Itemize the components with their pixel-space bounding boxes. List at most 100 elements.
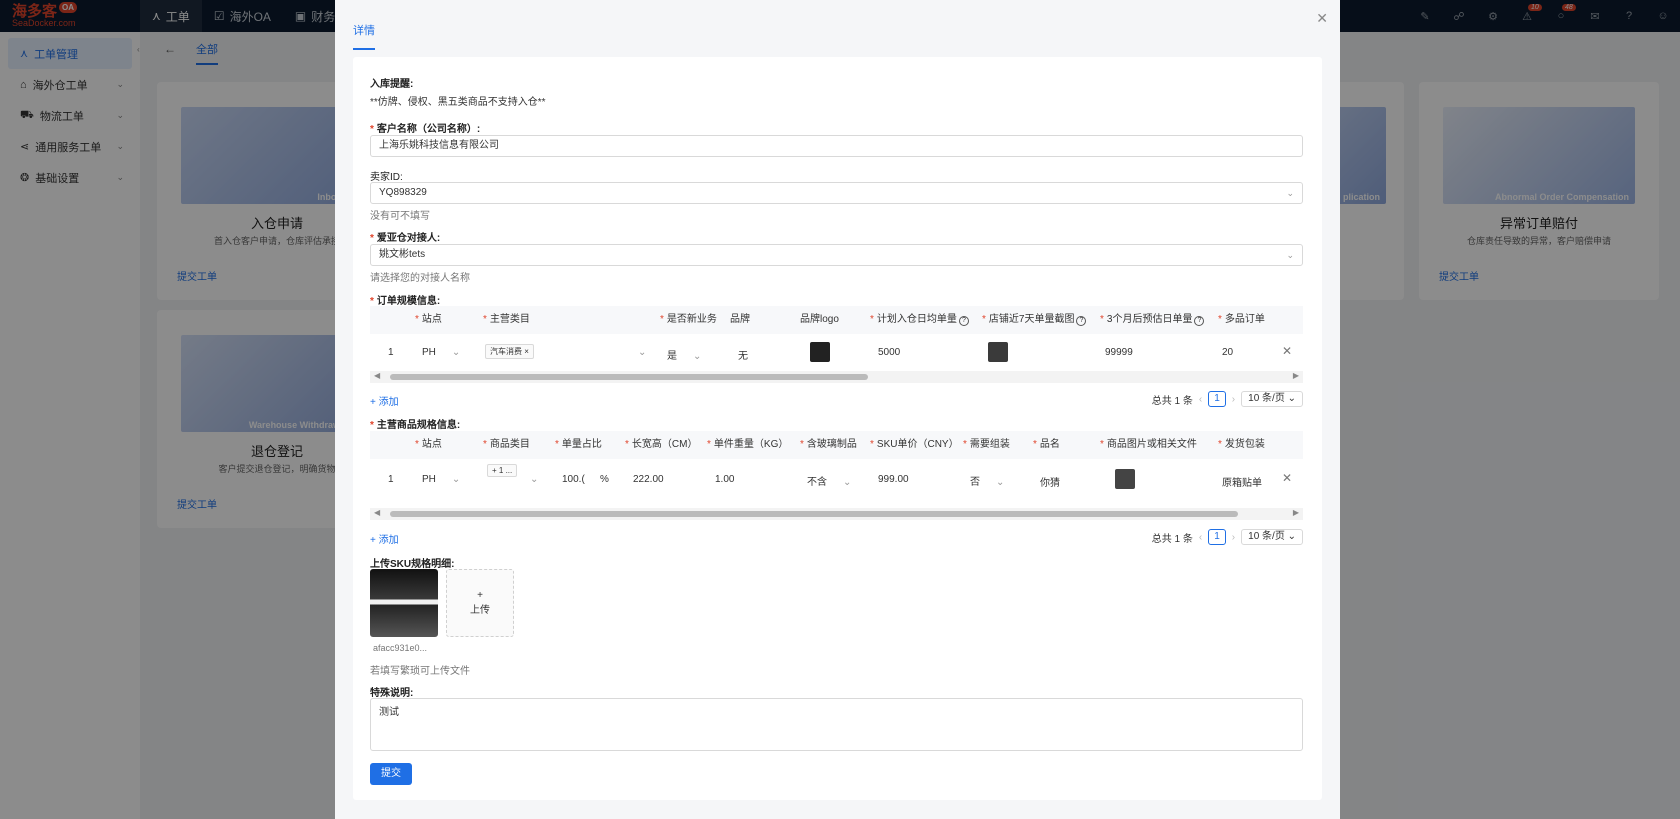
col-header-text: 3个月后预估日单量 [1106,314,1193,325]
customer-input[interactable]: 上海乐姚科技信息有限公司 [370,135,1303,157]
assemble-select[interactable]: 否 [970,473,1004,488]
order-table: * 站点 * 主营类目 * 是否新业务 品牌 品牌logo * 计划入仓日均单量? * 店… [370,306,1303,371]
goods-label: * 主营商品规格信息: [370,420,461,431]
table-header: * 站点 * 商品类目 * 单量占比 * 长宽高（CM） * 单件重量（KG） * 含玻璃制… [370,431,1303,459]
upload-hint: 若填写繁琐可上传文件 [370,666,470,677]
add-order-button[interactable]: + 添加 [370,393,399,408]
customer-label-text: 客户名称（公司名称）: [376,124,481,135]
inbound-form: 入库提醒: **仿牌、侵权、黑五类商品不支持入仓** * 客户名称（公司名称）: … [353,57,1322,800]
col-header-text: 多品订单 [1224,314,1265,325]
page-size-value: 10 条/页 [1248,393,1285,404]
help-icon[interactable]: ? [1194,316,1205,326]
notice-label: 入库提醒: [370,79,414,90]
col-header-text: 站点 [421,314,442,325]
add-label: 添加 [378,535,399,546]
daily-volume[interactable]: 5000 [878,347,900,358]
col-header-text: 主营类目 [489,314,530,325]
delete-row-icon[interactable]: ✕ [1282,471,1292,485]
col-header-text: SKU单价（CNY） [876,439,959,450]
new-biz-select[interactable]: 是 [667,347,701,362]
help-icon[interactable]: ? [958,316,969,326]
chevron-down-icon[interactable]: ⌄ [638,347,646,358]
uploaded-file-thumbnail[interactable] [370,569,438,637]
col-header: * 商品类目 [483,439,530,450]
col-header-text: 品名 [1039,439,1060,450]
col-header-text: 计划入仓日均单量 [876,314,957,325]
uploaded-file-name[interactable]: afacc931e0... [373,643,427,653]
tab-detail[interactable]: 详情 [353,22,375,50]
col-header-text: 店铺近7天单量截图 [988,314,1075,325]
col-header-text: 长宽高（CM） [631,439,698,450]
chevron-left-icon[interactable]: ‹ [1199,394,1202,405]
col-header-text: 是否新业务 [666,314,717,325]
col-header-text: 含玻璃制品 [806,439,857,450]
col-header: * 多品订单 [1218,314,1265,325]
scroll-thumb[interactable] [390,374,868,380]
arrow-right-icon[interactable]: ▶ [1293,508,1299,517]
upload-label-text: 上传 [470,605,490,616]
col-header: * 单量占比 [555,439,602,450]
dims-input[interactable]: 222.00 [633,474,664,485]
col-header: * 需要组装 [963,439,1010,450]
col-header: * 长宽高（CM） [625,439,698,450]
brand-value: 无 [738,351,748,362]
close-icon[interactable]: ✕ [1316,10,1328,27]
weight-input[interactable]: 1.00 [715,474,734,485]
ratio-input[interactable]: 100.( [562,474,585,485]
col-header: * 站点 [415,314,442,325]
price-input[interactable]: 999.00 [878,474,909,485]
contact-label-text: 爱亚仓对接人: [376,233,441,244]
glass-select[interactable]: 不含 [807,473,851,488]
col-header: * 含玻璃制品 [800,439,857,450]
row-index: 1 [388,347,394,358]
chevron-right-icon[interactable]: › [1232,532,1235,543]
chevron-down-icon: ⌄ [1286,250,1294,260]
chevron-right-icon[interactable]: › [1232,394,1235,405]
product-name[interactable]: 你猜 [1040,474,1060,489]
order-scrollbar[interactable]: ◀ ▶ [370,371,1303,383]
arrow-left-icon[interactable]: ◀ [374,371,380,380]
screenshot-image[interactable] [988,342,1008,362]
col-header-text: 站点 [421,439,442,450]
col-header: * SKU单价（CNY） [870,439,959,450]
close-icon[interactable]: × [524,347,529,356]
chevron-left-icon[interactable]: ‹ [1199,532,1202,543]
order-label: * 订单规模信息: [370,296,441,307]
site-select[interactable]: PH [422,474,460,485]
product-image[interactable] [1115,469,1135,489]
help-icon[interactable]: ? [1076,316,1087,326]
site-select[interactable]: PH [422,347,460,358]
upload-button[interactable]: + 上传 [446,569,514,637]
goods-scrollbar[interactable]: ◀ ▶ [370,508,1303,520]
page-size-select[interactable]: 10 条/页 ⌄ [1241,529,1303,545]
arrow-left-icon[interactable]: ◀ [374,508,380,517]
arrow-right-icon[interactable]: ▶ [1293,371,1299,380]
col-header: * 商品图片或相关文件 [1100,439,1197,450]
delete-row-icon[interactable]: ✕ [1282,344,1292,358]
page-size-value: 10 条/页 [1248,531,1285,542]
category-tag[interactable]: + 1 ... [487,464,518,477]
page-number[interactable]: 1 [1208,391,1226,407]
brand-logo-image[interactable] [810,342,830,362]
goods-label-text: 主营商品规格信息: [376,420,461,431]
col-header-text: 发货包装 [1224,439,1265,450]
col-header: * 单件重量（KG） [707,439,789,450]
forecast-volume[interactable]: 99999 [1105,347,1133,358]
col-header: * 品名 [1033,439,1060,450]
multi-order[interactable]: 20 [1222,347,1233,358]
category-tag[interactable]: 汽车消费 × [485,344,534,359]
add-goods-button[interactable]: + 添加 [370,531,399,546]
special-textarea[interactable]: 测试 [370,698,1303,751]
contact-value: 姚文彬tets [379,249,426,260]
contact-select[interactable]: 姚文彬tets ⌄ [370,244,1303,266]
page-size-select[interactable]: 10 条/页 ⌄ [1241,391,1303,407]
chevron-down-icon[interactable]: ⌄ [530,474,538,485]
col-header-text: 单量占比 [561,439,602,450]
pack-select[interactable]: 原箱贴单 [1222,474,1262,489]
submit-button[interactable]: 提交 [370,763,412,785]
col-header: * 主营类目 [483,314,530,325]
seller-select[interactable]: YQ898329 ⌄ [370,182,1303,204]
row-index: 1 [388,474,394,485]
page-number[interactable]: 1 [1208,529,1226,545]
scroll-thumb[interactable] [390,511,1238,517]
